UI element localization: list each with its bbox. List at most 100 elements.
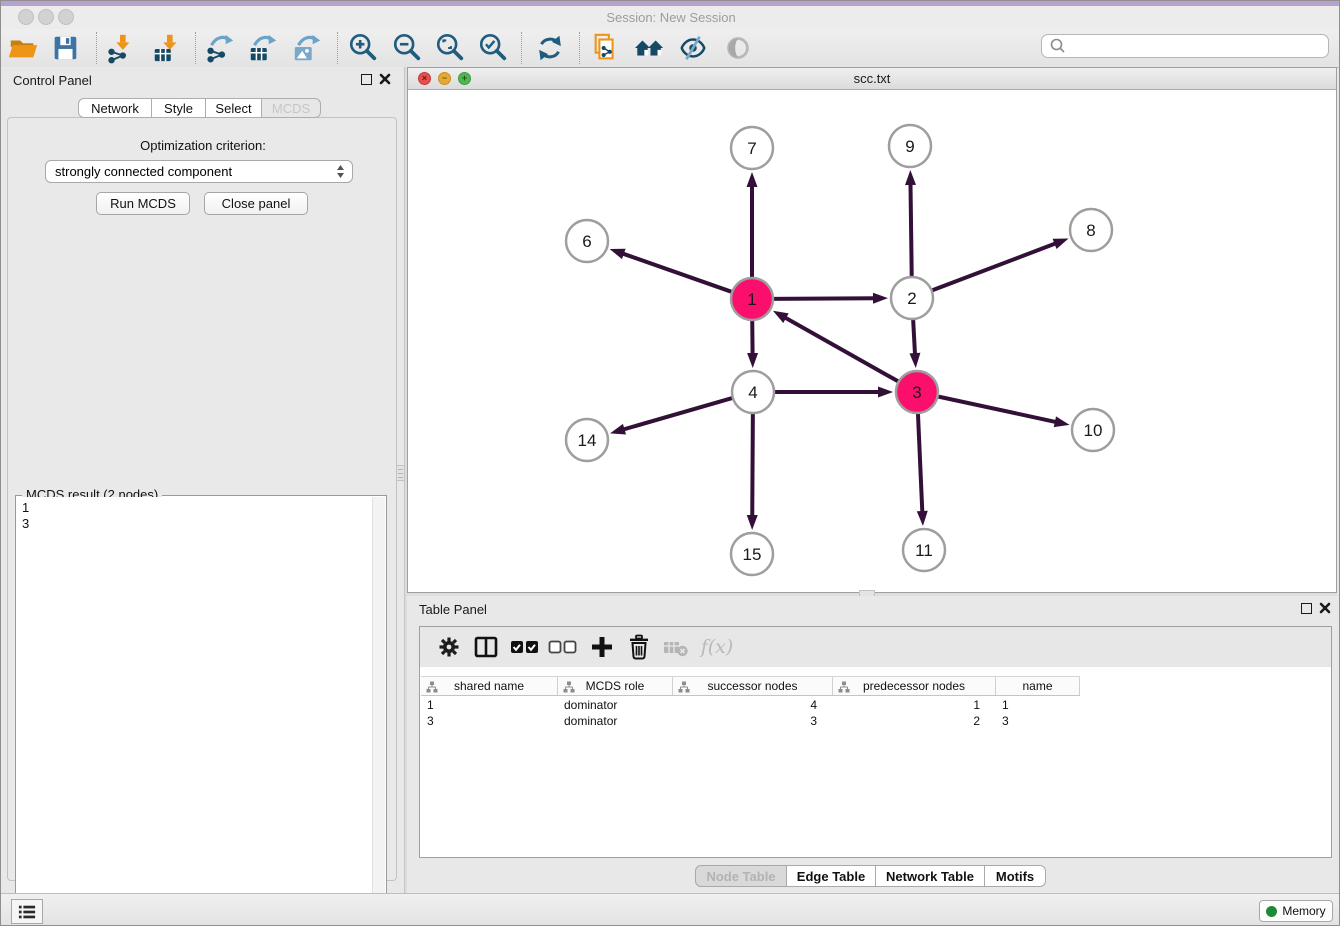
export-network-icon[interactable]: [202, 30, 238, 66]
cell-mcds-role[interactable]: dominator: [558, 713, 673, 729]
zoom-fit-icon[interactable]: [432, 30, 468, 66]
cell-predecessor-nodes[interactable]: 1: [833, 697, 996, 713]
run-mcds-button[interactable]: Run MCDS: [96, 192, 190, 215]
table-row[interactable]: 3 dominator 3 2 3: [421, 713, 1080, 729]
graph-edge-arrowhead: [1053, 239, 1069, 249]
graph-edge[interactable]: [930, 243, 1058, 291]
criterion-select[interactable]: strongly connected component: [45, 160, 353, 183]
float-panel-icon[interactable]: [361, 74, 372, 85]
cell-mcds-role[interactable]: dominator: [558, 697, 673, 713]
zoom-out-icon[interactable]: [389, 30, 425, 66]
chevron-up-down-icon: [336, 164, 345, 179]
tab-select[interactable]: Select: [205, 98, 262, 118]
cell-name[interactable]: 1: [996, 697, 1080, 713]
task-history-button[interactable]: [11, 899, 43, 924]
close-panel-button[interactable]: Close panel: [204, 192, 308, 215]
mcds-result-text[interactable]: 1 3: [17, 497, 373, 926]
table-toolbar: f(x): [420, 627, 1331, 667]
import-network-icon[interactable]: [102, 30, 138, 66]
column-header-mcds-role[interactable]: MCDS role: [558, 677, 673, 695]
status-bar: Memory: [1, 893, 1340, 926]
cell-name[interactable]: 3: [996, 713, 1080, 729]
node-table-container: f(x) shared name MCDS role successor nod…: [419, 626, 1332, 858]
graph-node-label: 15: [743, 545, 762, 564]
application-window: Session: New Session: [0, 0, 1340, 926]
tab-network[interactable]: Network: [78, 98, 152, 118]
graph-edge[interactable]: [752, 411, 753, 518]
graph-edge-arrowhead: [747, 515, 758, 530]
tab-network-table[interactable]: Network Table: [875, 865, 985, 887]
table-row[interactable]: 1 dominator 4 1 1: [421, 697, 1080, 713]
network-close-icon[interactable]: ×: [418, 72, 431, 85]
graph-edge[interactable]: [771, 298, 876, 299]
column-browser-icon[interactable]: [470, 631, 502, 663]
tab-style[interactable]: Style: [151, 98, 206, 118]
graph-edge-arrowhead: [909, 353, 920, 368]
zoom-window-icon[interactable]: [58, 9, 74, 25]
table-settings-icon[interactable]: [433, 631, 465, 663]
network-minimize-icon[interactable]: −: [438, 72, 451, 85]
minimize-window-icon[interactable]: [38, 9, 54, 25]
result-scrollbar[interactable]: [372, 497, 385, 926]
network-view-window: × − + scc.txt 7968124314101511: [407, 67, 1337, 593]
close-panel-icon[interactable]: [378, 72, 392, 86]
search-field[interactable]: [1041, 34, 1329, 58]
column-header-name[interactable]: name: [996, 677, 1080, 695]
select-all-icon[interactable]: [509, 631, 541, 663]
network-graph-canvas[interactable]: 7968124314101511: [408, 90, 1336, 592]
import-table-icon[interactable]: [149, 30, 185, 66]
show-hide-graphics-icon[interactable]: [675, 30, 711, 66]
zoom-in-icon[interactable]: [345, 30, 381, 66]
refresh-layout-icon[interactable]: [532, 30, 568, 66]
main-toolbar: [1, 29, 1340, 68]
home-icon[interactable]: [632, 30, 668, 66]
graph-edge-arrowhead: [610, 249, 626, 259]
export-table-icon[interactable]: [245, 30, 281, 66]
tab-node-table[interactable]: Node Table: [695, 865, 787, 887]
memory-button[interactable]: Memory: [1259, 900, 1333, 922]
graph-edge[interactable]: [913, 317, 915, 356]
graph-edge[interactable]: [622, 397, 735, 430]
export-image-icon[interactable]: [289, 30, 325, 66]
fx-label: f(x): [701, 636, 734, 658]
graph-edge[interactable]: [910, 182, 911, 279]
graph-edge[interactable]: [918, 411, 923, 514]
disabled-view-icon: [720, 30, 756, 66]
close-window-icon[interactable]: [18, 9, 34, 25]
graph-edge-arrowhead: [917, 511, 928, 526]
search-input[interactable]: [1068, 39, 1328, 54]
open-folder-icon[interactable]: [5, 30, 41, 66]
cell-successor-nodes[interactable]: 3: [673, 713, 833, 729]
network-maximize-icon[interactable]: +: [458, 72, 471, 85]
delete-column-icon[interactable]: [623, 631, 655, 663]
splitter-grip[interactable]: [396, 465, 405, 481]
table-close-panel-icon[interactable]: [1318, 601, 1332, 615]
cell-successor-nodes[interactable]: 4: [673, 697, 833, 713]
graph-edge[interactable]: [936, 396, 1058, 422]
cell-shared-name[interactable]: 1: [421, 697, 558, 713]
network-window-titlebar[interactable]: × − + scc.txt: [408, 68, 1336, 90]
table-tabs: Node Table Edge Table Network Table Moti…: [695, 865, 1046, 887]
tab-motifs[interactable]: Motifs: [984, 865, 1046, 887]
table-float-panel-icon[interactable]: [1301, 603, 1312, 614]
graph-edge-arrowhead: [878, 387, 893, 398]
deselect-all-icon[interactable]: [547, 631, 579, 663]
tab-mcds[interactable]: MCDS: [261, 98, 321, 118]
graph-edge-arrowhead: [773, 311, 789, 323]
column-header-successor-nodes[interactable]: successor nodes: [673, 677, 833, 695]
tab-edge-table[interactable]: Edge Table: [786, 865, 876, 887]
new-network-from-selection-icon[interactable]: [588, 30, 624, 66]
graph-edge[interactable]: [621, 253, 734, 293]
column-header-shared-name[interactable]: shared name: [421, 677, 558, 695]
zoom-selected-icon[interactable]: [475, 30, 511, 66]
cell-predecessor-nodes[interactable]: 2: [833, 713, 996, 729]
criterion-value: strongly connected component: [55, 164, 232, 179]
cell-shared-name[interactable]: 3: [421, 713, 558, 729]
save-session-icon[interactable]: [47, 30, 83, 66]
graph-node-label: 2: [907, 289, 916, 308]
column-header-predecessor-nodes[interactable]: predecessor nodes: [833, 677, 996, 695]
add-column-icon[interactable]: [586, 631, 618, 663]
control-panel: Control Panel Network Style Select MCDS …: [1, 67, 405, 893]
graph-node-label: 4: [748, 383, 757, 402]
graph-edge[interactable]: [783, 317, 900, 383]
